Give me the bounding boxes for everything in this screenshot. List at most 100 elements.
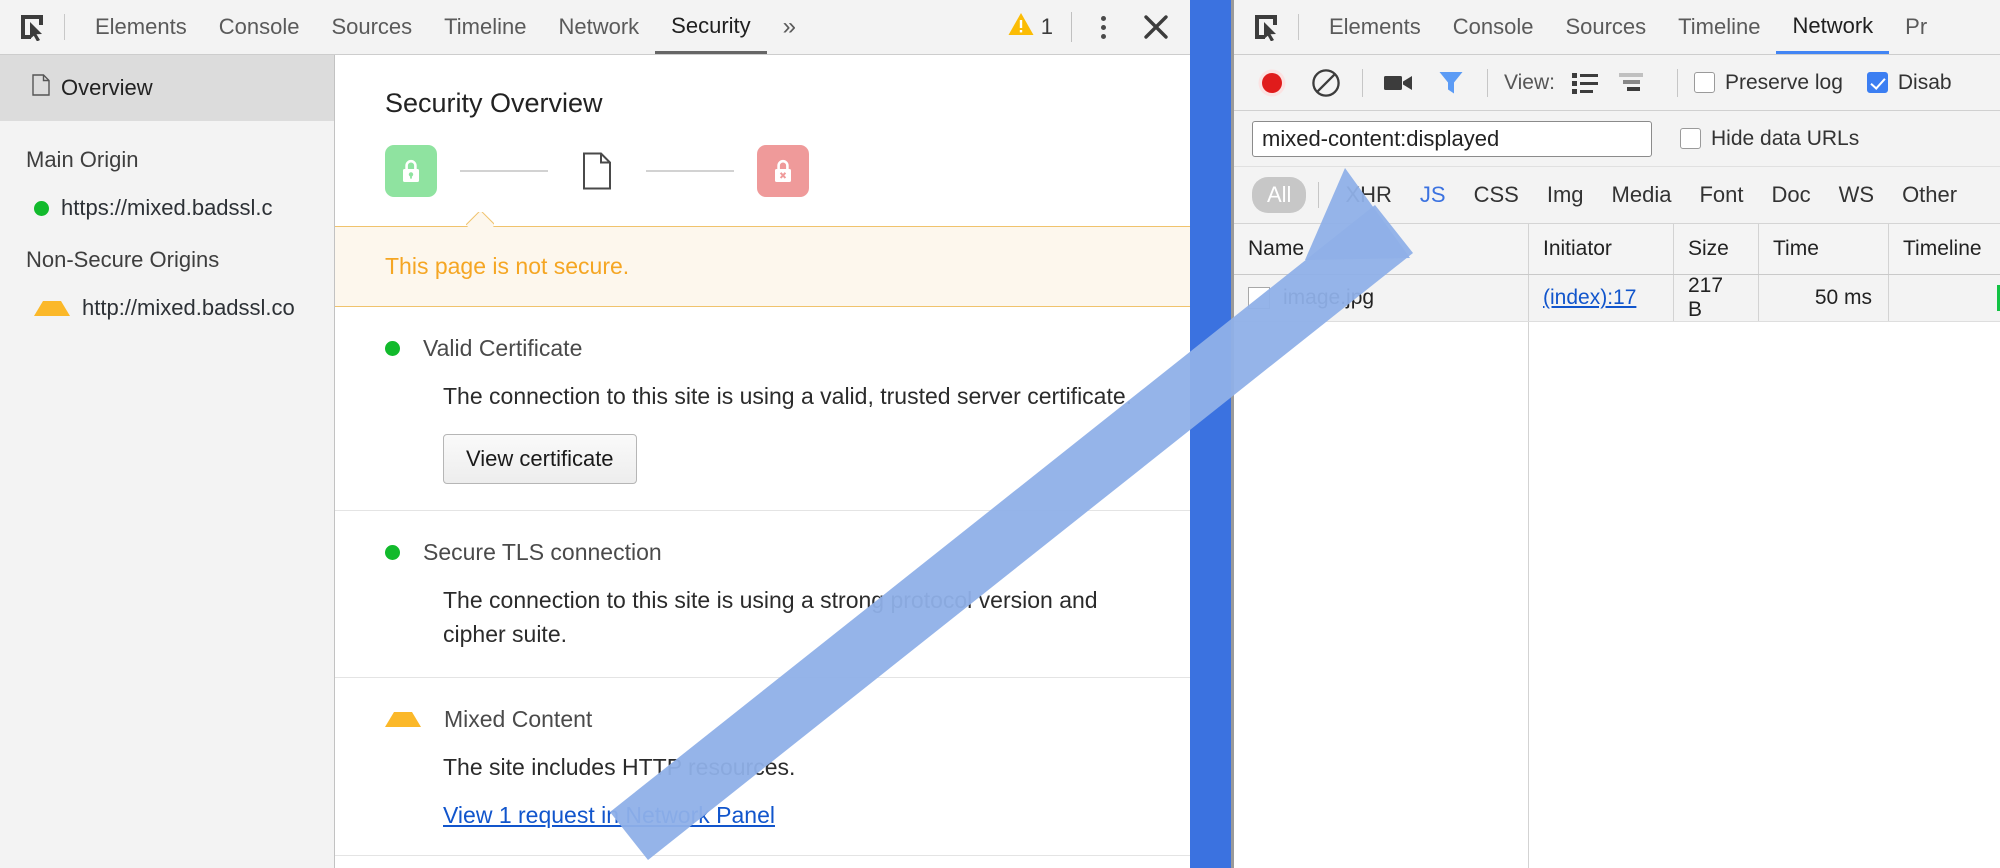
window-divider-highlight: [1190, 0, 1231, 868]
left-devtools-window: Elements Console Sources Timeline Networ…: [0, 0, 1190, 868]
tab-label: Elements: [1329, 14, 1421, 39]
sidebar-overview-label: Overview: [61, 75, 153, 100]
status-triangle-warning-icon: [34, 300, 70, 316]
funnel-filter-icon[interactable]: [1431, 65, 1471, 101]
filter-input[interactable]: mixed-content:displayed: [1252, 120, 1652, 157]
table-row[interactable]: image.jpg (index):17 217 B 50 ms: [1234, 274, 2000, 322]
tab-label: Elements: [95, 14, 187, 39]
list-view-icon[interactable]: [1569, 68, 1601, 98]
tab-sources[interactable]: Sources: [1549, 0, 1662, 54]
tab-security[interactable]: Security: [655, 0, 767, 54]
tab-label: Network: [558, 14, 640, 39]
preserve-log-label: Preserve log: [1724, 70, 1843, 94]
tab-elements[interactable]: Elements: [1313, 0, 1437, 54]
tab-network[interactable]: Network: [542, 0, 655, 54]
warning-count-value: 1: [1040, 14, 1053, 39]
record-button-icon[interactable]: [1252, 63, 1292, 103]
type-filter-img[interactable]: Img: [1533, 182, 1598, 208]
sidebar-origin-https[interactable]: https://mixed.badssl.c: [0, 173, 334, 221]
tab-label: Console: [218, 14, 300, 39]
hide-data-urls-checkbox[interactable]: Hide data URLs: [1680, 127, 1859, 151]
security-section-mixed-content: Mixed Content The site includes HTTP res…: [335, 678, 1190, 857]
view-label: View:: [1504, 70, 1555, 94]
waterfall-view-icon[interactable]: [1615, 68, 1647, 98]
document-icon: [571, 145, 623, 197]
tab-label: Network: [1792, 12, 1874, 38]
network-toolbar: View: Preserve log Disab: [1234, 55, 2000, 111]
close-icon[interactable]: [1138, 9, 1174, 45]
tabbar-divider: [64, 14, 65, 40]
tab-label: Timeline: [444, 14, 527, 39]
tab-console[interactable]: Console: [1437, 0, 1550, 54]
sidebar-item-overview[interactable]: Overview: [0, 55, 334, 121]
camera-icon[interactable]: [1379, 65, 1419, 101]
view-requests-in-network-panel-link[interactable]: View 1 request in Network Panel: [443, 802, 775, 829]
sidebar-group-main-origin: Main Origin: [26, 147, 139, 172]
section-description: The connection to this site is using a v…: [443, 383, 1133, 409]
type-filter-all[interactable]: All: [1252, 177, 1307, 213]
type-filter-ws[interactable]: WS: [1825, 182, 1888, 208]
cell-time: 50 ms: [1759, 275, 1889, 321]
warning-triangle-icon: [1008, 12, 1034, 42]
column-header-name[interactable]: Name: [1234, 224, 1529, 274]
disable-cache-label: Disab: [1897, 70, 1952, 94]
security-overview-content: Security Overview This page is not secur…: [335, 55, 1190, 868]
sidebar-group-non-secure-origins: Non-Secure Origins: [26, 247, 220, 272]
warning-count-badge[interactable]: 1: [1008, 12, 1053, 42]
toolbar-divider: [1362, 68, 1363, 97]
hide-data-urls-label: Hide data URLs: [1711, 126, 1860, 150]
column-header-initiator[interactable]: Initiator: [1529, 224, 1674, 274]
column-header-time[interactable]: Time: [1759, 224, 1889, 274]
column-header-size[interactable]: Size: [1674, 224, 1759, 274]
type-filter-other[interactable]: Other: [1888, 182, 1971, 208]
type-filter-css[interactable]: CSS: [1460, 182, 1533, 208]
right-devtools-window: Elements Console Sources Timeline Networ…: [1234, 0, 2000, 868]
tab-label: Sources: [1565, 14, 1647, 39]
table-header-row: Name Initiator Size Time Timeline: [1234, 224, 2000, 275]
type-filter-js[interactable]: JS: [1406, 182, 1460, 208]
sidebar-origin-http[interactable]: http://mixed.badssl.co: [0, 273, 334, 321]
more-tabs-glyph: »: [782, 13, 797, 40]
type-filter-font[interactable]: Font: [1685, 182, 1757, 208]
left-tab-list: Elements Console Sources Timeline Networ…: [79, 0, 812, 54]
more-tabs-icon[interactable]: »: [767, 0, 812, 54]
badge-connector-right: [646, 170, 734, 172]
notice-text: This page is not secure.: [385, 253, 630, 279]
notice-pointer: [466, 212, 494, 227]
section-header: Mixed Content: [385, 706, 1190, 733]
section-title: Valid Certificate: [423, 335, 583, 361]
right-devtools-tabbar: Elements Console Sources Timeline Networ…: [1234, 0, 2000, 55]
kebab-menu-icon[interactable]: [1090, 11, 1116, 43]
checkbox-box: [1693, 72, 1715, 93]
network-requests-table: Name Initiator Size Time Timeline image.…: [1234, 224, 2000, 868]
inspect-cursor-icon[interactable]: [14, 9, 50, 45]
tab-timeline[interactable]: Timeline: [1662, 0, 1776, 54]
type-filter-doc[interactable]: Doc: [1757, 182, 1824, 208]
tab-sources[interactable]: Sources: [315, 0, 428, 54]
type-filter-xhr[interactable]: XHR: [1331, 182, 1405, 208]
inspect-cursor-icon[interactable]: [1248, 9, 1284, 45]
insecure-page-notice: This page is not secure.: [335, 226, 1190, 307]
lock-broken-icon: [757, 145, 809, 197]
type-filter-media[interactable]: Media: [1598, 182, 1686, 208]
status-dot-ok-icon: [385, 545, 400, 561]
tab-label: Timeline: [1678, 14, 1761, 39]
network-filter-bar: mixed-content:displayed Hide data URLs: [1234, 111, 2000, 167]
preserve-log-checkbox[interactable]: Preserve log: [1693, 70, 1843, 95]
cell-timeline: [1889, 275, 2000, 321]
tab-network[interactable]: Network: [1776, 0, 1890, 54]
tab-timeline[interactable]: Timeline: [428, 0, 542, 54]
cell-size: 217 B: [1674, 274, 1759, 321]
view-certificate-button[interactable]: View certificate: [443, 434, 637, 485]
status-dot-secure-icon: [34, 200, 49, 216]
column-header-timeline[interactable]: Timeline: [1889, 224, 2000, 274]
left-devtools-tabbar: Elements Console Sources Timeline Networ…: [0, 0, 1190, 55]
tab-elements[interactable]: Elements: [79, 0, 203, 54]
clear-icon[interactable]: [1306, 63, 1346, 103]
tab-profiles[interactable]: Pr: [1889, 0, 1943, 54]
tab-console[interactable]: Console: [203, 0, 316, 54]
initiator-link[interactable]: (index):17: [1543, 286, 1636, 310]
disable-cache-checkbox[interactable]: Disab: [1866, 70, 1952, 95]
tab-label: Sources: [331, 14, 413, 39]
toolbar-divider: [1071, 12, 1072, 42]
